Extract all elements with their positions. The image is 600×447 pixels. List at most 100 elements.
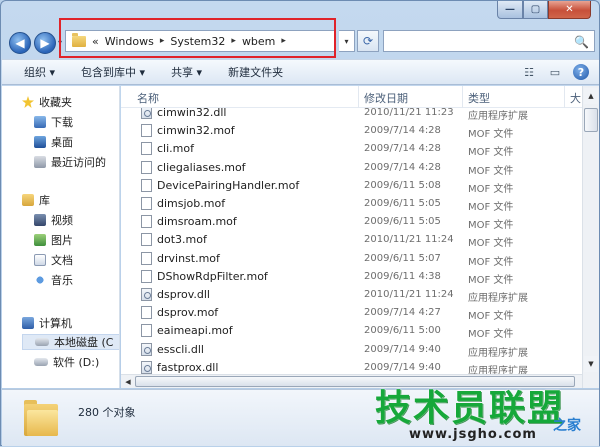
file-name: eaimeapi.mof (157, 324, 233, 338)
nav-recent[interactable]: 最近访问的 (34, 154, 106, 170)
file-row[interactable]: cimwin32.dll 2010/11/21 11:23 应用程序扩展 (121, 108, 582, 122)
file-name: DevicePairingHandler.mof (157, 178, 300, 192)
file-row[interactable]: DevicePairingHandler.mof 2009/6/11 5:08 MO… (121, 177, 582, 195)
file-row[interactable]: DShowRdpFilter.mof 2009/6/11 4:38 MOF 文件 (121, 268, 582, 286)
mof-file-icon (141, 178, 152, 192)
nav-favorites[interactable]: 收藏夹 (22, 94, 72, 110)
nav-pictures[interactable]: 图片 (34, 232, 73, 248)
documents-icon (34, 254, 46, 266)
include-in-library-menu[interactable]: 包含到库中 ▾ (81, 64, 145, 80)
file-name: dimsroam.mof (157, 215, 237, 229)
mof-file-icon (141, 197, 152, 210)
address-bar[interactable]: « Windows ▸ System32 ▸ wbem ▸ (65, 30, 335, 52)
file-name: dot3.mof (157, 233, 207, 247)
nav-documents[interactable]: 文档 (34, 252, 73, 268)
file-date: 2009/7/14 4:27 (364, 307, 441, 319)
downloads-icon (34, 116, 46, 128)
disk-icon (35, 338, 49, 346)
file-name: drvinst.mof (157, 251, 220, 265)
nav-software-d[interactable]: 软件 (D:) (34, 354, 99, 370)
file-date: 2009/7/14 9:40 (364, 343, 441, 355)
nav-videos[interactable]: 视频 (34, 212, 73, 228)
column-header: 名称 修改日期 类型 大 (121, 86, 582, 108)
breadcrumb-separator[interactable]: ▸ (231, 36, 236, 46)
file-list: cimwin32.dll 2010/11/21 11:23 应用程序扩展 cimwin… (121, 108, 582, 388)
vertical-scrollbar[interactable]: ▲ ▼ (582, 86, 599, 388)
caption-buttons: — ▢ ✕ (497, 1, 591, 19)
item-count: 280 个对象 (78, 406, 136, 419)
star-icon (22, 96, 34, 108)
breadcrumb-overflow[interactable]: « (92, 35, 99, 48)
mof-file-icon (141, 142, 152, 156)
nav-computer[interactable]: 计算机 (22, 315, 72, 331)
column-size[interactable]: 大 (570, 90, 581, 106)
navigation-pane: 收藏夹 下载 桌面 最近访问的 库 视频 图片 文档 音乐 计算机 本地磁盘 (… (2, 86, 120, 388)
column-divider[interactable] (358, 86, 359, 108)
file-name: fastprox.dll (157, 360, 219, 374)
breadcrumb-separator[interactable]: ▸ (160, 36, 165, 46)
column-name[interactable]: 名称 (137, 90, 159, 106)
breadcrumb-windows[interactable]: Windows (105, 35, 154, 48)
breadcrumb-wbem[interactable]: wbem (242, 35, 275, 48)
nav-local-disk-c[interactable]: 本地磁盘 (C (22, 334, 119, 350)
file-row[interactable]: cimwin32.mof 2009/7/14 4:28 MOF 文件 (121, 122, 582, 140)
scroll-thumb[interactable] (584, 108, 598, 132)
search-icon[interactable]: 🔍 (574, 35, 589, 49)
file-date: 2009/6/11 5:05 (364, 198, 441, 209)
breadcrumb-separator[interactable]: ▸ (281, 36, 286, 46)
new-folder-button[interactable]: 新建文件夹 (228, 64, 283, 80)
file-date: 2010/11/21 11:24 (364, 234, 454, 246)
file-row[interactable]: cliegaliases.mof 2009/7/14 4:28 MOF 文件 (121, 159, 582, 177)
dll-file-icon (141, 342, 152, 356)
forward-button[interactable]: ▶ (34, 32, 56, 54)
file-row[interactable]: cli.mof 2009/7/14 4:28 MOF 文件 (121, 140, 582, 158)
organize-menu[interactable]: 组织 ▾ (24, 64, 55, 80)
back-button[interactable]: ◀ (9, 32, 31, 54)
nav-downloads[interactable]: 下载 (34, 114, 73, 130)
file-date: 2009/6/11 4:38 (364, 270, 441, 282)
file-type: MOF 文件 (468, 220, 514, 232)
scroll-left-arrow[interactable]: ◀ (122, 376, 134, 387)
file-row[interactable]: dot3.mof 2010/11/21 11:24 MOF 文件 (121, 231, 582, 249)
view-options-icon[interactable]: ☷ (521, 64, 537, 80)
help-icon[interactable]: ? (573, 64, 589, 80)
file-row[interactable]: eaimeapi.mof 2009/6/11 5:00 MOF 文件 (121, 322, 582, 340)
column-type[interactable]: 类型 (468, 90, 490, 106)
dll-file-icon (141, 360, 152, 374)
address-history-dropdown[interactable]: ▾ (339, 30, 355, 52)
file-row[interactable]: dimsroam.mof 2009/6/11 5:05 MOF 文件 (121, 213, 582, 231)
mof-file-icon (141, 215, 152, 229)
close-button[interactable]: ✕ (548, 1, 591, 19)
recent-pages-dropdown[interactable]: ▾ (58, 38, 62, 47)
search-input[interactable]: 🔍 (383, 30, 595, 52)
minimize-button[interactable]: — (497, 1, 523, 19)
pictures-icon (34, 234, 46, 246)
nav-desktop[interactable]: 桌面 (34, 134, 73, 150)
dll-file-icon (141, 108, 152, 119)
maximize-button[interactable]: ▢ (523, 1, 548, 19)
nav-music[interactable]: 音乐 (34, 272, 73, 288)
file-type: 应用程序扩展 (468, 347, 528, 359)
scroll-down-arrow[interactable]: ▼ (584, 356, 598, 372)
column-divider[interactable] (564, 86, 565, 108)
column-divider[interactable] (462, 86, 463, 108)
nav-libraries[interactable]: 库 (22, 192, 50, 208)
folder-icon (24, 400, 58, 436)
column-date[interactable]: 修改日期 (364, 90, 408, 106)
file-row[interactable]: dsprov.dll 2010/11/21 11:24 应用程序扩展 (121, 286, 582, 304)
watermark-logo: 技术员联盟 之家 www.jsgho.com (369, 379, 600, 447)
file-row[interactable]: drvinst.mof 2009/6/11 5:07 MOF 文件 (121, 250, 582, 268)
preview-pane-icon[interactable]: ▭ (547, 64, 563, 80)
refresh-button[interactable]: ⟳ (357, 30, 379, 52)
file-row[interactable]: dsprov.mof 2009/7/14 4:27 MOF 文件 (121, 304, 582, 322)
file-type: MOF 文件 (468, 147, 514, 159)
command-bar: 组织 ▾ 包含到库中 ▾ 共享 ▾ 新建文件夹 ☷ ▭ ? (2, 59, 599, 85)
file-row[interactable]: esscli.dll 2009/7/14 9:40 应用程序扩展 (121, 341, 582, 359)
mof-file-icon (141, 124, 152, 138)
breadcrumb-system32[interactable]: System32 (170, 35, 225, 48)
scroll-up-arrow[interactable]: ▲ (584, 88, 598, 104)
share-menu[interactable]: 共享 ▾ (171, 64, 202, 80)
file-type: MOF 文件 (468, 165, 514, 177)
mof-file-icon (141, 233, 152, 247)
file-row[interactable]: dimsjob.mof 2009/6/11 5:05 MOF 文件 (121, 195, 582, 213)
